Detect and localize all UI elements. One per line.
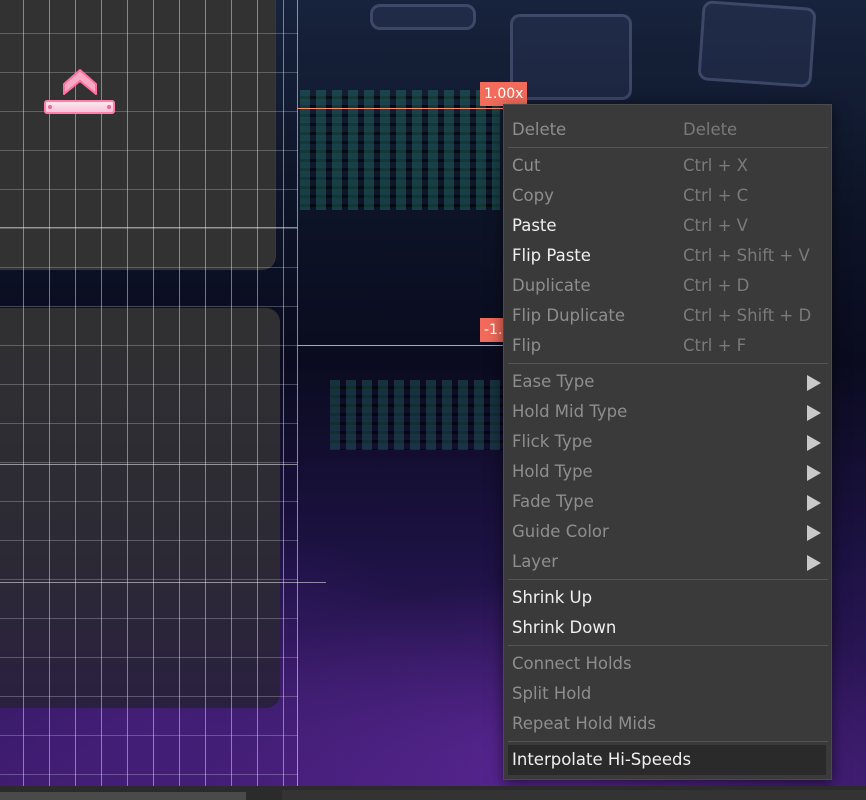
menu-item-connect-holds[interactable]: Connect Holds [504,649,831,679]
menu-item-label: Copy [512,186,554,205]
menu-item-label: Guide Color [512,522,609,541]
menu-separator [508,363,828,364]
menu-item-label: Fade Type [512,492,594,511]
menu-item-flip-duplicate[interactable]: Flip Duplicate Ctrl + Shift + D [504,301,831,331]
menu-item-label: Flip [512,336,542,355]
menu-item-label: Shrink Up [512,588,593,607]
menu-item-label: Cut [512,156,541,175]
context-menu: Delete Delete Cut Ctrl + X Copy Ctrl + C… [503,104,832,780]
menu-item-repeat-hold-mids[interactable]: Repeat Hold Mids [504,709,831,739]
menu-item-shortcut: Ctrl + X [683,156,748,175]
horizontal-scrollbar[interactable] [0,786,866,800]
hi-speed-line [297,108,503,109]
menu-item-label: Shrink Down [512,618,617,637]
menu-item-interpolate-hi-speeds[interactable]: Interpolate Hi-Speeds [508,745,826,775]
background-screen-decoration [370,4,476,30]
menu-item-cut[interactable]: Cut Ctrl + X [504,151,831,181]
menu-item-duplicate[interactable]: Duplicate Ctrl + D [504,271,831,301]
menu-item-label: Split Hold [512,684,592,703]
menu-item-label: Flip Paste [512,246,591,265]
menu-item-split-hold[interactable]: Split Hold [504,679,831,709]
background-equalizer [330,380,510,450]
lane-grid[interactable] [0,0,298,786]
menu-item-label: Duplicate [512,276,591,295]
menu-item-paste[interactable]: Paste Ctrl + V [504,211,831,241]
menu-item-copy[interactable]: Copy Ctrl + C [504,181,831,211]
menu-item-label: Connect Holds [512,654,632,673]
submenu-arrow-icon [807,465,821,481]
background-screen-decoration [510,14,632,100]
menu-separator [508,147,828,148]
hi-speed-marker[interactable]: -1. [480,318,503,342]
menu-item-shortcut: Delete [683,120,738,139]
scrollbar-track [282,790,866,800]
submenu-arrow-icon [807,525,821,541]
menu-item-label: Flip Duplicate [512,306,625,325]
menu-item-shortcut: Ctrl + V [683,216,748,235]
menu-item-shortcut: Ctrl + F [683,336,747,355]
menu-item-label: Repeat Hold Mids [512,714,657,733]
menu-item-label: Hold Mid Type [512,402,628,421]
tap-note[interactable] [44,100,115,114]
measure-line [0,464,297,465]
scrollbar-thumb[interactable] [0,792,246,800]
menu-separator [508,645,828,646]
submenu-arrow-icon [807,495,821,511]
submenu-arrow-icon [807,405,821,421]
hi-speed-line [297,345,503,346]
menu-item-flip[interactable]: Flip Ctrl + F [504,331,831,361]
flick-arrow-icon[interactable] [62,68,98,96]
menu-item-shortcut: Ctrl + D [683,276,750,295]
menu-item-hold-mid-type[interactable]: Hold Mid Type [504,397,831,427]
submenu-arrow-icon [807,375,821,391]
menu-item-fade-type[interactable]: Fade Type [504,487,831,517]
menu-item-label: Interpolate Hi-Speeds [512,750,692,769]
menu-item-layer[interactable]: Layer [504,547,831,577]
menu-item-shrink-up[interactable]: Shrink Up [504,583,831,613]
hi-speed-marker[interactable]: 1.00x [480,82,528,106]
submenu-arrow-icon [807,555,821,571]
menu-item-shortcut: Ctrl + C [683,186,749,205]
menu-item-flip-paste[interactable]: Flip Paste Ctrl + Shift + V [504,241,831,271]
menu-item-hold-type[interactable]: Hold Type [504,457,831,487]
menu-item-label: Layer [512,552,559,571]
menu-item-ease-type[interactable]: Ease Type [504,367,831,397]
menu-item-shortcut: Ctrl + Shift + V [683,246,810,265]
menu-item-label: Paste [512,216,557,235]
measure-line [0,227,297,228]
menu-item-delete[interactable]: Delete Delete [504,115,831,145]
menu-item-label: Hold Type [512,462,593,481]
menu-item-shrink-down[interactable]: Shrink Down [504,613,831,643]
menu-item-shortcut: Ctrl + Shift + D [683,306,812,325]
menu-item-flick-type[interactable]: Flick Type [504,427,831,457]
menu-item-guide-color[interactable]: Guide Color [504,517,831,547]
menu-item-label: Ease Type [512,372,595,391]
submenu-arrow-icon [807,435,821,451]
menu-item-label: Flick Type [512,432,593,451]
menu-separator [508,741,828,742]
menu-item-label: Delete [512,120,567,139]
measure-line [0,582,326,583]
background-screen-decoration [697,0,817,88]
menu-separator [508,579,828,580]
